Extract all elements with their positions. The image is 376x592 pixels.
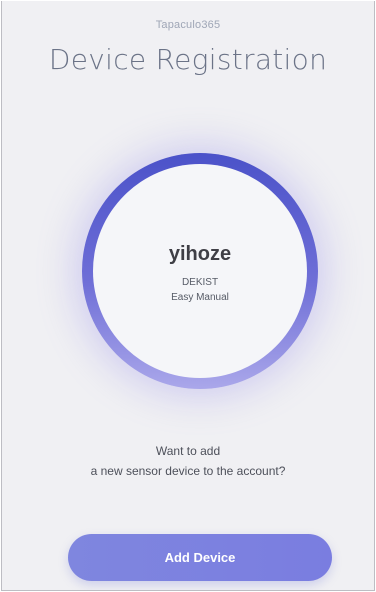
add-device-button-label: Add Device <box>164 550 236 565</box>
device-mode: Easy Manual <box>171 292 229 303</box>
app-name: Tapaculo365 <box>155 19 221 31</box>
device-brand: DEKIST <box>181 277 219 288</box>
add-device-prompt-line-2: a new sensor device to the account? <box>90 464 286 478</box>
device-registration-screen: Tapaculo365 Device Registration yihoze D… <box>1 1 375 591</box>
device-info-circle: yihoze DEKIST Easy Manual <box>93 164 307 378</box>
add-device-prompt-line-1: Want to add <box>155 444 221 458</box>
add-device-button[interactable]: Add Device <box>68 534 332 581</box>
device-ring: yihoze DEKIST Easy Manual <box>82 153 318 389</box>
device-name: yihoze <box>168 243 232 265</box>
page-title: Device Registration <box>48 43 328 76</box>
